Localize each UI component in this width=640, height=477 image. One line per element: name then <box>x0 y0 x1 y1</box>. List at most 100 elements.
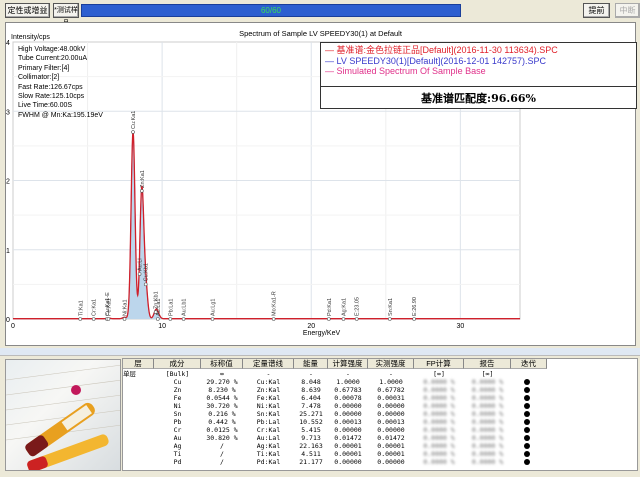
table-cell: 30.820 % <box>206 434 238 442</box>
column-header: 能量 <box>294 359 328 369</box>
peak-marker <box>122 317 127 321</box>
fp-calc-cell-blurred: 0.0000 % <box>423 426 455 434</box>
table-cell: Ni <box>173 402 182 410</box>
bulk-cell: [∞] <box>481 370 494 378</box>
info-line: Fast Rate:126.67cps <box>18 83 83 91</box>
table-cell: Ti:Kal <box>256 450 281 458</box>
table-cell: Au:Lal <box>256 434 281 442</box>
iteration-indicator-icon[interactable] <box>524 451 530 457</box>
table-cell: 29.270 % <box>206 378 238 386</box>
horizontal-scrollbar[interactable] <box>0 348 640 356</box>
iteration-indicator-icon[interactable] <box>524 379 530 385</box>
table-cell: 25.271 <box>299 410 323 418</box>
table-cell: Zn:Kal <box>256 386 281 394</box>
legend-item: — 基准谱:金色拉链正品[Default](2016-11-30 113634)… <box>321 45 636 56</box>
fp-calc-cell-blurred: 0.0000 % <box>423 378 455 386</box>
report-cell-blurred: 0.0000 % <box>471 458 504 466</box>
column-header: 报告 <box>464 359 511 369</box>
table-cell: 0.67783 <box>334 386 362 394</box>
sample-photo <box>5 359 121 471</box>
fp-calc-cell-blurred: 0.0000 % <box>423 418 455 426</box>
table-cell: 9.713 <box>301 434 321 442</box>
fp-calc-cell-blurred: 0.0000 % <box>423 434 455 442</box>
peak-marker <box>388 317 392 321</box>
peak-marker-label: Au:Lg1 <box>211 299 217 316</box>
iteration-indicator-icon[interactable] <box>524 387 530 393</box>
iteration-indicator-icon[interactable] <box>524 403 530 409</box>
iteration-indicator-icon[interactable] <box>524 395 530 401</box>
table-cell: 6.404 <box>301 394 321 402</box>
table-cell: 8.048 <box>301 378 321 386</box>
table-cell: / <box>220 458 224 466</box>
table-cell: 0.00000 <box>377 426 405 434</box>
info-line: Tube Current:20.00uA <box>18 55 88 63</box>
iteration-indicator-icon[interactable] <box>524 427 530 433</box>
peak-marker <box>140 189 144 193</box>
advance-button[interactable]: 提前 <box>583 3 610 18</box>
peak-marker <box>91 317 96 321</box>
fp-calc-cell-blurred: 0.0000 % <box>423 394 455 402</box>
test-sample-button[interactable]: *测试样品 <box>53 3 79 27</box>
table-cell: 21.177 <box>299 458 323 466</box>
bulk-cell: - <box>309 370 313 378</box>
table-cell: Ti <box>173 450 182 458</box>
table-cell: 0.00013 <box>334 418 362 426</box>
iteration-indicator-icon[interactable] <box>524 435 530 441</box>
fp-calc-cell-blurred: 0.0000 % <box>423 410 455 418</box>
iteration-indicator-icon[interactable] <box>524 419 530 425</box>
table-cell: 0.00000 <box>334 410 362 418</box>
peak-marker-label: Fe:Ka1 <box>106 298 112 316</box>
table-cell: 0.01472 <box>334 434 362 442</box>
legend-swatch: — <box>325 66 337 76</box>
peak-marker-label: Cu:Ka1 <box>131 111 137 129</box>
table-cell: 0.0544 % <box>206 394 238 402</box>
sample-spectrum-fill <box>13 132 520 319</box>
report-cell-blurred: 0.0000 % <box>471 450 504 458</box>
chart-title: Spectrum of Sample LV SPEEDY30(1) at Def… <box>239 29 402 38</box>
peak-marker-label: Ti:Ka1 <box>78 300 84 316</box>
column-header: 迭代 <box>511 359 547 369</box>
peak-marker-label: Pb:La1 <box>168 299 174 316</box>
report-cell-blurred: 0.0000 % <box>471 378 504 386</box>
qualitative-gain-button[interactable]: 定性或增益 <box>5 3 50 18</box>
table-cell: 0.216 % <box>208 410 236 418</box>
legend-swatch: — <box>325 45 337 55</box>
iteration-indicator-icon[interactable] <box>524 443 530 449</box>
abort-button[interactable]: 中断 <box>615 3 640 18</box>
iteration-indicator-icon[interactable] <box>524 411 530 417</box>
peak-marker-label: Ni:Ka1 <box>123 299 129 316</box>
peak-marker <box>155 317 160 321</box>
table-cell: Sn <box>173 410 182 418</box>
info-line: Primary Filter:[4] <box>18 64 70 72</box>
column-header: 标称值 <box>201 359 243 369</box>
table-cell: 1.0000 <box>336 378 360 386</box>
table-cell: 0.00031 <box>377 394 405 402</box>
legend-label: 基准谱:金色拉链正品[Default](2016-11-30 113634).S… <box>336 45 558 55</box>
table-cell: Ag <box>173 442 182 450</box>
peak-marker-label: E:26.90 <box>412 297 418 316</box>
fp-calc-cell-blurred: 0.0000 % <box>423 386 455 394</box>
instrument-info: High Voltage:48.00kV Tube Current:20.00uA… <box>18 45 103 120</box>
legend: — 基准谱:金色拉链正品[Default](2016-11-30 113634)… <box>320 42 637 109</box>
table-cell: 8.639 <box>301 386 321 394</box>
table-cell: Fe <box>173 394 182 402</box>
bulk-cell: - <box>389 370 393 378</box>
table-cell: 0.00001 <box>377 450 405 458</box>
table-cell: 0.00013 <box>377 418 405 426</box>
peak-marker-label: Mo:Ka1-R <box>272 291 278 316</box>
legend-item: — Simulated Spectrum Of Sample Base <box>321 66 636 77</box>
report-cell-blurred: 0.0000 % <box>471 434 504 442</box>
match-score: 基准谱匹配度:96.66% <box>321 86 636 110</box>
peak-marker <box>106 317 111 321</box>
table-cell: 8.230 % <box>208 386 236 394</box>
peak-marker <box>327 317 331 321</box>
peak-marker <box>412 317 416 321</box>
table-cell: Au <box>173 434 182 442</box>
x-tick-label: 20 <box>307 323 315 330</box>
peak-marker <box>354 317 359 321</box>
bulk-cell: [∞] <box>433 370 445 378</box>
table-cell: Cu:Kal <box>256 378 281 386</box>
peak-marker <box>271 317 276 321</box>
table-cell: 0.67782 <box>377 386 405 394</box>
iteration-indicator-icon[interactable] <box>524 459 530 465</box>
